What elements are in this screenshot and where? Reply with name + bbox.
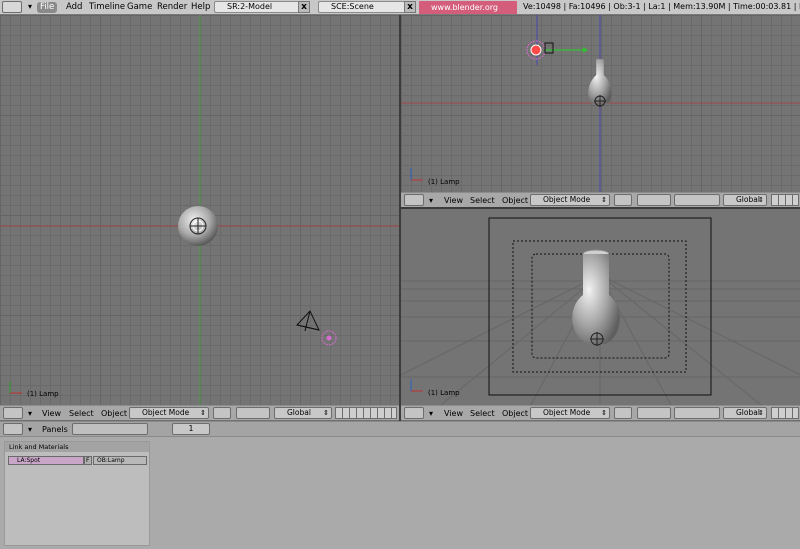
- context-tab-icons[interactable]: [72, 423, 148, 435]
- mode-value: Object Mode: [142, 408, 190, 417]
- draw-type-icon[interactable]: [614, 407, 632, 419]
- grid-editor-icon[interactable]: [404, 194, 424, 206]
- object-name-value: OB:Lamp: [97, 457, 125, 464]
- orientation-select[interactable]: Global ⇕: [723, 407, 767, 419]
- collapse-icon[interactable]: ▾: [28, 408, 32, 419]
- collapse-icon[interactable]: ▾: [429, 408, 433, 419]
- orientation-value: Global: [736, 195, 760, 204]
- buttons-editor-icon[interactable]: [3, 423, 23, 435]
- object-name-field[interactable]: OB:Lamp: [93, 456, 147, 465]
- menu-object[interactable]: Object: [502, 408, 528, 419]
- close-icon[interactable]: x: [404, 1, 416, 13]
- buttons-header: ▾ Panels 1: [0, 421, 800, 437]
- menu-select[interactable]: Select: [470, 195, 495, 206]
- viewport-label: (1) Lamp: [428, 389, 460, 397]
- menu-timeline[interactable]: Timeline: [89, 2, 125, 13]
- scene-stats: Ve:10498 | Fa:10496 | Ob:3-1 | La:1 | Me…: [523, 2, 800, 11]
- viewport-camera[interactable]: (1) Lamp: [401, 209, 800, 405]
- scene-name: SCE:Scene: [331, 2, 374, 11]
- screen-name: SR:2-Model: [227, 2, 273, 11]
- viewport-header-left: ▾ View Select Object Object Mode ⇕ Global…: [0, 405, 400, 420]
- manipulator-icons[interactable]: [674, 194, 720, 206]
- layer-buttons[interactable]: [771, 194, 799, 217]
- viewport-front[interactable]: (1) Lamp: [401, 15, 800, 192]
- panel-title[interactable]: Link and Materials: [5, 442, 149, 452]
- menu-game[interactable]: Game: [127, 2, 152, 13]
- vase-object-top: [178, 206, 218, 246]
- viewport-label: (1) Lamp: [27, 390, 59, 398]
- menu-file[interactable]: File: [37, 2, 58, 13]
- grid-editor-icon[interactable]: [3, 407, 23, 419]
- viewport-header-right-bottom: ▾ View Select Object Object Mode ⇕ Global…: [401, 405, 800, 430]
- close-icon[interactable]: x: [298, 1, 310, 13]
- top-info-bar: ▾ File Add Timeline Game Render Help SR:…: [0, 0, 800, 25]
- mode-select[interactable]: Object Mode ⇕: [530, 407, 610, 419]
- grid-editor-icon[interactable]: [404, 407, 424, 419]
- axis-gizmo: [9, 381, 22, 394]
- scene-field[interactable]: SCE:Scene x: [318, 1, 416, 13]
- mode-value: Object Mode: [543, 408, 591, 417]
- menu-object[interactable]: Object: [101, 408, 127, 419]
- menu-render[interactable]: Render: [157, 2, 187, 13]
- menu-select[interactable]: Select: [470, 408, 495, 419]
- draw-type-icon[interactable]: [213, 407, 231, 419]
- lamp-object: [526, 40, 588, 60]
- pivot-snap-icons[interactable]: [637, 407, 671, 419]
- collapse-icon[interactable]: ▾: [28, 424, 32, 435]
- link-materials-panel: Link and Materials LA:Spot F OB:Lamp: [4, 441, 150, 546]
- menu-view[interactable]: View: [444, 195, 463, 206]
- pivot-snap-icons[interactable]: [236, 407, 270, 419]
- collapse-icon[interactable]: ▾: [429, 195, 433, 206]
- viewport-header-right-top: ▾ View Select Object Object Mode ⇕ Global…: [401, 192, 800, 217]
- orientation-value: Global: [736, 408, 760, 417]
- pivot-snap-icons[interactable]: [637, 194, 671, 206]
- viewport-label: (1) Lamp: [428, 178, 460, 186]
- menu-view[interactable]: View: [444, 408, 463, 419]
- screen-field[interactable]: SR:2-Model x: [214, 1, 310, 13]
- lamp-object: [321, 330, 337, 346]
- menu-object[interactable]: Object: [502, 195, 528, 206]
- menu-view[interactable]: View: [42, 408, 61, 419]
- fake-user-label: F: [86, 457, 90, 464]
- menu-add[interactable]: Add: [66, 2, 82, 13]
- lamp-datablock-field[interactable]: LA:Spot: [8, 456, 84, 465]
- camera-object: [296, 310, 320, 332]
- draw-type-icon[interactable]: [614, 194, 632, 206]
- collapse-menu-icon[interactable]: ▾: [28, 1, 32, 12]
- mode-select[interactable]: Object Mode ⇕: [129, 407, 209, 419]
- frame-field[interactable]: 1: [172, 423, 210, 435]
- menu-help[interactable]: Help: [191, 2, 210, 13]
- layer-buttons[interactable]: [771, 407, 799, 430]
- manipulator-icons[interactable]: [674, 407, 720, 419]
- vase-object-front: [587, 58, 613, 107]
- fake-user-button[interactable]: F: [84, 456, 92, 465]
- mode-value: Object Mode: [543, 195, 591, 204]
- orientation-select[interactable]: Global ⇕: [723, 194, 767, 206]
- lamp-datablock-value: LA:Spot: [17, 457, 41, 464]
- panels-menu[interactable]: Panels: [42, 424, 68, 435]
- menu-select[interactable]: Select: [69, 408, 94, 419]
- layer-buttons[interactable]: [335, 407, 397, 419]
- editor-type-icon[interactable]: [2, 1, 22, 13]
- orientation-select[interactable]: Global ⇕: [274, 407, 332, 419]
- orientation-value: Global: [287, 408, 311, 417]
- frame-value: 1: [188, 424, 194, 433]
- viewport-top[interactable]: (1) Lamp: [0, 15, 399, 406]
- mode-select[interactable]: Object Mode ⇕: [530, 194, 610, 206]
- blender-url-banner: www.blender.org 245.15: [419, 1, 517, 25]
